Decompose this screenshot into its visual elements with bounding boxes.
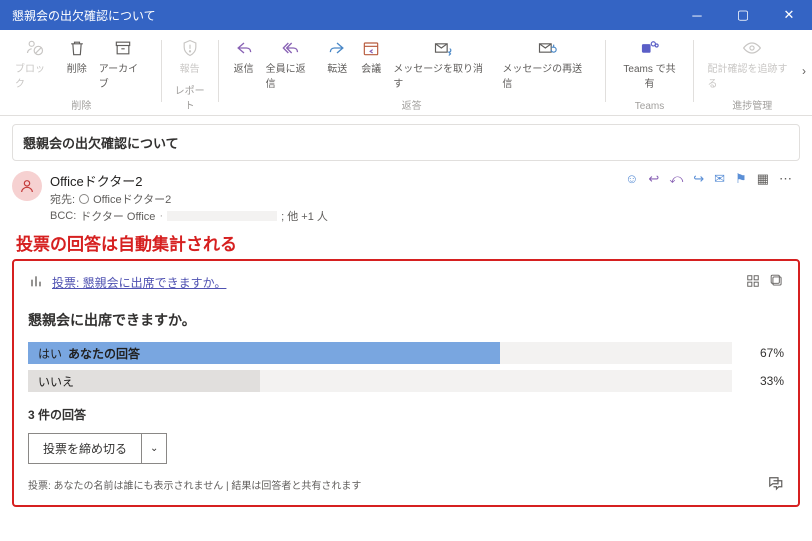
- teams-share-button[interactable]: T Teams で共有: [614, 36, 686, 92]
- meeting-button[interactable]: 会議: [354, 36, 388, 77]
- poll-comment-icon[interactable]: [766, 474, 784, 495]
- poll-response-count: 3 件の回答: [28, 406, 784, 423]
- poll-privacy-text: 投票: あなたの名前は誰にも表示されません | 結果は回答者と共有されます: [28, 477, 361, 492]
- forward-button[interactable]: 転送: [320, 36, 354, 77]
- ribbon-scroll-right[interactable]: ›: [802, 64, 806, 78]
- apps-icon-button[interactable]: ▦: [757, 171, 769, 187]
- flag-icon-button[interactable]: ⚑: [735, 171, 747, 187]
- close-poll-splitbutton: 投票を締め切る ⌄: [28, 433, 167, 464]
- ribbon-group-report: 報告 レポート: [164, 36, 216, 115]
- close-poll-dropdown[interactable]: ⌄: [141, 434, 166, 463]
- to-prefix: 宛先:: [50, 191, 75, 207]
- poll-bar[interactable]: はい あなたの回答: [28, 342, 732, 364]
- minimize-button[interactable]: ─: [674, 0, 720, 30]
- delete-button[interactable]: 削除: [60, 36, 94, 77]
- forward-icon-button[interactable]: ↪: [693, 171, 704, 187]
- reply-all-icon-button[interactable]: ⤺: [669, 171, 683, 187]
- poll-link[interactable]: 投票: 懇親会に出席できますか。: [52, 274, 226, 291]
- ribbon-group-label: 返答: [227, 97, 597, 115]
- poll-bar[interactable]: いいえ: [28, 370, 732, 392]
- emoji-button[interactable]: ☺: [625, 171, 638, 186]
- reply-button[interactable]: 返信: [227, 36, 261, 77]
- teams-icon: T: [640, 38, 660, 58]
- eye-icon: [742, 38, 762, 58]
- poll-your-answer: あなたの回答: [68, 345, 140, 362]
- ribbon-group-delete: ブロック 削除 アーカイブ 削除: [4, 36, 159, 115]
- poll-header: 投票: 懇親会に出席できますか。: [28, 273, 784, 292]
- ribbon-divider: [218, 40, 219, 102]
- poll-option-pct: 33%: [742, 374, 784, 388]
- reply-icon-button[interactable]: ↩: [648, 171, 659, 187]
- reply-all-button[interactable]: 全員に返信: [261, 36, 321, 92]
- forward-arrow-icon: [327, 38, 347, 58]
- poll-footer: 投票: あなたの名前は誰にも表示されません | 結果は回答者と共有されます: [28, 474, 784, 495]
- header-lines: Officeドクター2 宛先: Officeドクター2 BCC: ドクター Of…: [50, 171, 617, 224]
- poll-question: 懇親会に出席できますか。: [28, 310, 784, 330]
- poll-popout-icon[interactable]: [770, 274, 784, 291]
- bcc-prefix: BCC:: [50, 210, 76, 222]
- poll-card: 投票: 懇親会に出席できますか。 懇親会に出席できますか。 はい あなたの回答 …: [12, 259, 800, 507]
- close-button[interactable]: ✕: [766, 0, 812, 30]
- ribbon-group-teams: T Teams で共有 Teams: [608, 36, 692, 115]
- sender-avatar[interactable]: [12, 171, 42, 201]
- poll-option-row: いいえ 33%: [28, 370, 784, 392]
- other-recipients: ; 他 +1 人: [281, 208, 328, 224]
- window-controls: ─ ▢ ✕: [674, 0, 812, 30]
- archive-icon: [113, 38, 133, 58]
- ribbon-group-respond: 返信 全員に返信 転送 会議 メッセージを取り消す メッセージの再送信: [221, 36, 603, 115]
- maximize-button[interactable]: ▢: [720, 0, 766, 30]
- ribbon-group-label: Teams: [614, 101, 686, 115]
- block-button: ブロック: [10, 36, 60, 92]
- shield-warning-icon: [180, 38, 200, 58]
- ribbon-divider: [161, 40, 162, 102]
- reply-all-arrow-icon: [280, 38, 300, 58]
- presence-dot-icon: [79, 194, 89, 204]
- resend-button[interactable]: メッセージの再送信: [497, 36, 596, 92]
- ribbon-group-label: 削除: [10, 97, 153, 115]
- bcc-recipient: ドクター Office: [80, 208, 155, 224]
- message-header: Officeドクター2 宛先: Officeドクター2 BCC: ドクター Of…: [0, 167, 812, 228]
- subject-text: 懇親会の出欠確認について: [23, 136, 179, 151]
- to-recipient: Officeドクター2: [93, 191, 171, 207]
- envelope-refresh-icon: [537, 38, 557, 58]
- subject-bar: 懇親会の出欠確認について: [12, 124, 800, 161]
- poll-option-row: はい あなたの回答 67%: [28, 342, 784, 364]
- archive-button[interactable]: アーカイブ: [94, 36, 153, 92]
- poll-option-label: いいえ: [38, 373, 74, 390]
- ribbon-group-label: 進捗管理: [702, 97, 802, 115]
- person-icon: [19, 178, 35, 194]
- more-actions-button[interactable]: ⋯: [779, 171, 792, 187]
- calendar-reply-icon: [361, 38, 381, 58]
- block-icon: [25, 38, 45, 58]
- trash-icon: [67, 38, 87, 58]
- poll-option-label: はい: [38, 345, 62, 362]
- poll-option-pct: 67%: [742, 346, 784, 360]
- recall-button[interactable]: メッセージを取り消す: [388, 36, 497, 92]
- tracking-button: 配計確認を追跡する: [702, 36, 802, 92]
- ribbon-group-tracking: 配計確認を追跡する 進捗管理: [696, 36, 808, 115]
- annotation-text: 投票の回答は自動集計される: [0, 228, 812, 259]
- window-titlebar: 懇親会の出欠確認について ─ ▢ ✕: [0, 0, 812, 30]
- poll-expand-icon[interactable]: [746, 274, 760, 291]
- header-actions: ☺ ↩ ⤺ ↪ ✉ ⚑ ▦ ⋯: [625, 171, 792, 224]
- report-button: 報告: [173, 36, 207, 77]
- ribbon-divider: [693, 40, 694, 102]
- read-status-icon[interactable]: ✉: [714, 171, 725, 187]
- reply-arrow-icon: [234, 38, 254, 58]
- svg-text:T: T: [644, 47, 648, 53]
- close-poll-button[interactable]: 投票を締め切る: [29, 434, 141, 463]
- ribbon-group-label: レポート: [170, 82, 210, 115]
- window-title: 懇親会の出欠確認について: [12, 7, 674, 24]
- redacted-recipient: [167, 211, 277, 221]
- envelope-undo-icon: [433, 38, 453, 58]
- sender-name: Officeドクター2: [50, 171, 617, 190]
- poll-bars-icon: [28, 273, 44, 292]
- ribbon-toolbar: ブロック 削除 アーカイブ 削除 報告 レポート: [0, 30, 812, 116]
- ribbon-divider: [605, 40, 606, 102]
